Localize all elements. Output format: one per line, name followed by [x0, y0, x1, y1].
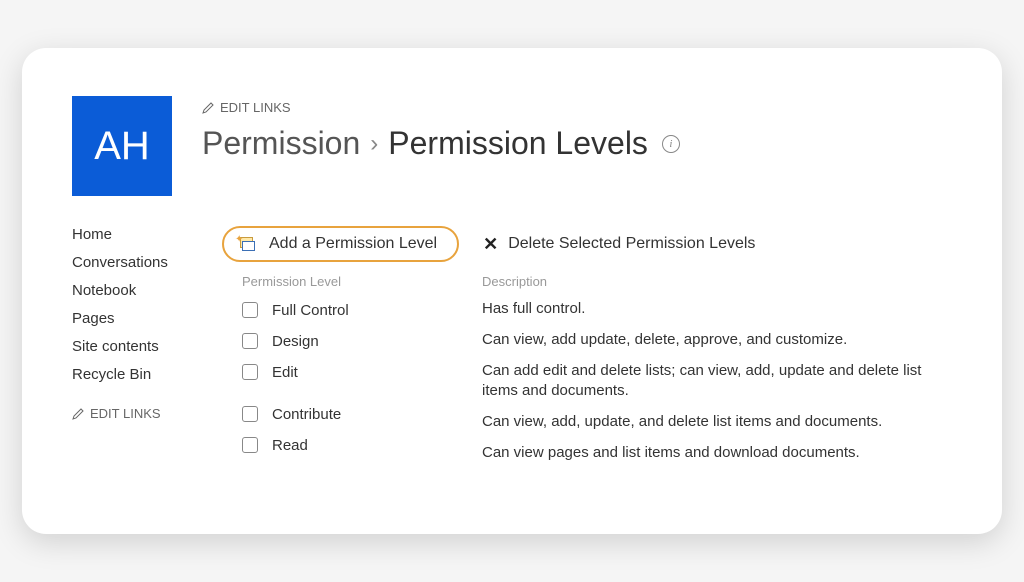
permissions-page: AH EDIT LINKS Permission › Permission Le… [22, 48, 1002, 534]
permission-name-link[interactable]: Full Control [272, 302, 349, 319]
info-icon[interactable]: i [662, 135, 680, 153]
row-checkbox[interactable] [242, 333, 258, 349]
page-body: Home Conversations Notebook Pages Site c… [72, 226, 952, 474]
sidebar-item-home[interactable]: Home [72, 226, 202, 243]
delete-selected-button[interactable]: ✕ Delete Selected Permission Levels [483, 234, 755, 255]
permission-description: Can view, add, update, and delete list i… [482, 412, 952, 434]
edit-links-bottom-label: EDIT LINKS [90, 406, 161, 421]
sidebar-item-notebook[interactable]: Notebook [72, 282, 202, 299]
row-checkbox[interactable] [242, 437, 258, 453]
table-row: Contribute [242, 403, 452, 425]
site-logo-initials: AH [94, 124, 150, 169]
edit-links-top-button[interactable]: EDIT LINKS [202, 100, 680, 115]
add-button-label: Add a Permission Level [269, 235, 437, 253]
permission-name-link[interactable]: Read [272, 437, 308, 454]
breadcrumb-parent[interactable]: Permission [202, 125, 360, 162]
sidebar-item-pages[interactable]: Pages [72, 310, 202, 327]
row-checkbox[interactable] [242, 302, 258, 318]
column-header-name: Permission Level [242, 274, 452, 289]
sidebar-nav: Home Conversations Notebook Pages Site c… [72, 226, 202, 474]
table-row: Edit [242, 361, 452, 383]
table-row: Design [242, 330, 452, 352]
row-checkbox[interactable] [242, 406, 258, 422]
row-checkbox[interactable] [242, 364, 258, 380]
breadcrumb-current: Permission Levels [388, 125, 648, 162]
sidebar-item-site-contents[interactable]: Site contents [72, 338, 202, 355]
edit-links-top-label: EDIT LINKS [220, 100, 291, 115]
delete-x-icon: ✕ [483, 234, 498, 255]
pencil-icon [202, 102, 214, 114]
permissions-table: Permission Level Full Control Design Edi… [242, 274, 952, 474]
sidebar-item-recycle-bin[interactable]: Recycle Bin [72, 366, 202, 383]
delete-button-label: Delete Selected Permission Levels [508, 235, 755, 253]
permission-description: Has full control. [482, 299, 952, 321]
permission-description: Can add edit and delete lists; can view,… [482, 361, 952, 403]
new-document-icon: ✦ [238, 237, 255, 251]
header-text-block: EDIT LINKS Permission › Permission Level… [202, 96, 680, 196]
sidebar-item-conversations[interactable]: Conversations [72, 254, 202, 271]
table-row: Full Control [242, 299, 452, 321]
table-row: Read [242, 434, 452, 456]
permission-name-link[interactable]: Edit [272, 364, 298, 381]
breadcrumb-separator-icon: › [370, 130, 378, 158]
site-logo-tile[interactable]: AH [72, 96, 172, 196]
add-permission-level-button[interactable]: ✦ Add a Permission Level [222, 226, 459, 262]
column-permission-level: Permission Level Full Control Design Edi… [242, 274, 452, 474]
toolbar: ✦ Add a Permission Level ✕ Delete Select… [222, 226, 952, 262]
permission-name-link[interactable]: Contribute [272, 406, 341, 423]
breadcrumb: Permission › Permission Levels i [202, 125, 680, 162]
pencil-icon [72, 408, 84, 420]
column-description: Description Has full control. Can view, … [482, 274, 952, 474]
permission-name-link[interactable]: Design [272, 333, 319, 350]
page-header: AH EDIT LINKS Permission › Permission Le… [72, 96, 952, 196]
column-header-description: Description [482, 274, 952, 289]
permission-description: Can view, add update, delete, approve, a… [482, 330, 952, 352]
edit-links-bottom-button[interactable]: EDIT LINKS [72, 406, 202, 421]
permission-description: Can view pages and list items and downlo… [482, 443, 952, 465]
main-content: ✦ Add a Permission Level ✕ Delete Select… [222, 226, 952, 474]
